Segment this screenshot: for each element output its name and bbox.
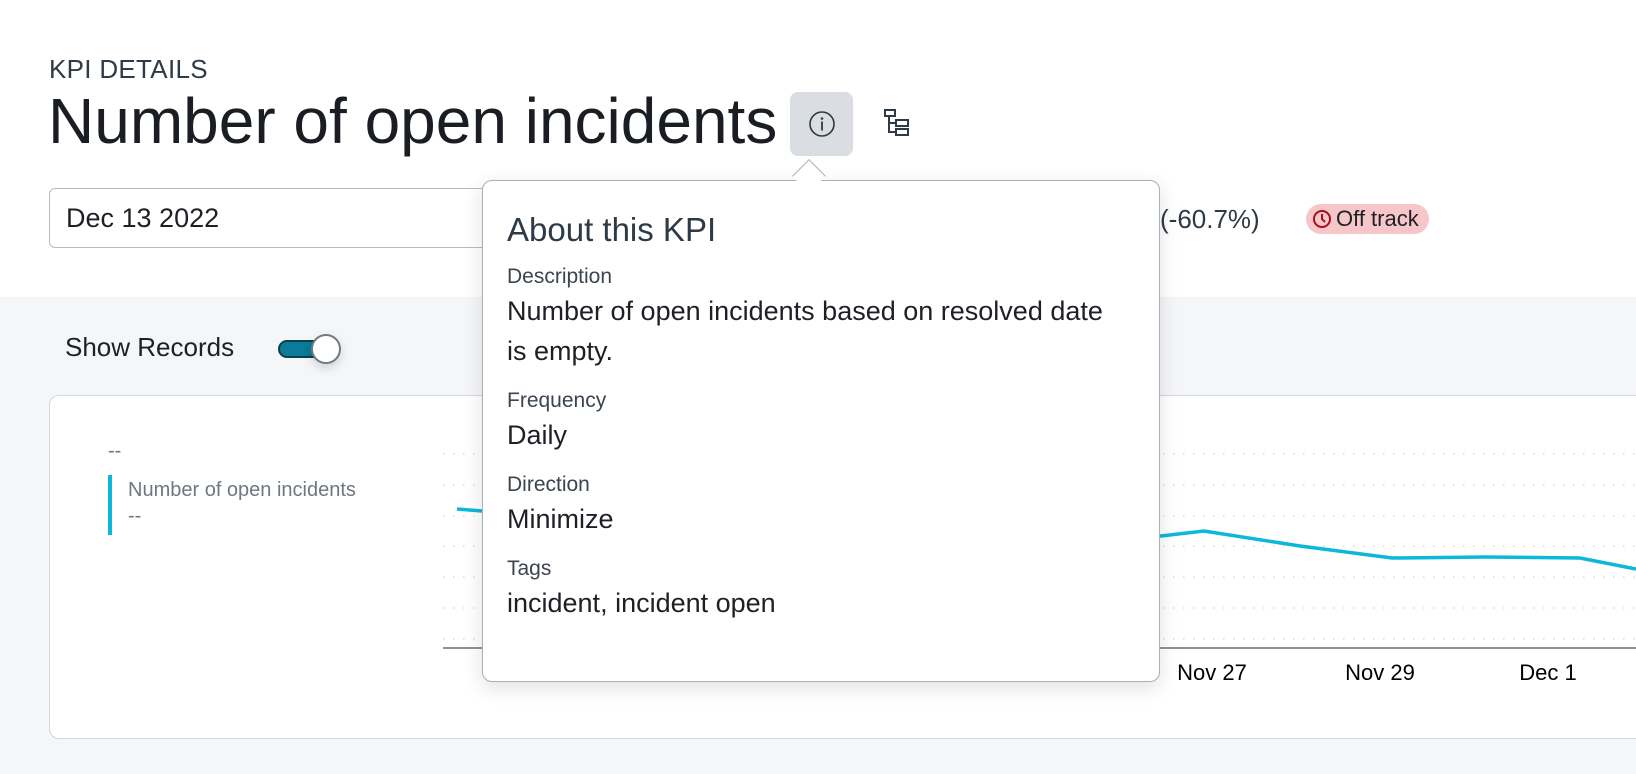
tags-label: Tags [507, 557, 552, 580]
direction-label: Direction [507, 473, 590, 496]
popover-title: About this KPI [507, 211, 717, 248]
frequency-value: Daily [507, 420, 568, 450]
x-tick: Dec 1 [1519, 660, 1576, 685]
x-tick: Nov 29 [1345, 660, 1415, 685]
x-tick: Nov 27 [1177, 660, 1247, 685]
frequency-label: Frequency [507, 389, 607, 412]
tags-value: incident, incident open [507, 588, 776, 618]
description-value: Number of open incidents based on resolv… [507, 296, 1103, 366]
direction-value: Minimize [507, 504, 614, 534]
kpi-info-popover: About this KPI Description Number of ope… [482, 180, 1160, 682]
description-label: Description [507, 265, 613, 288]
